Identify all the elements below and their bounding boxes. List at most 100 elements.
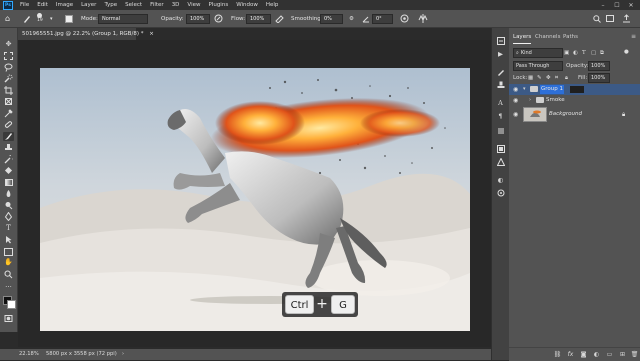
angle-field[interactable]: 0° xyxy=(372,10,393,27)
layer-filter-kind-select[interactable]: ⌕ Kind xyxy=(513,48,563,58)
link-icon[interactable]: ⛓ xyxy=(553,350,562,359)
share-icon[interactable] xyxy=(622,10,631,27)
maximize-button[interactable]: ☐ xyxy=(610,0,624,10)
document-tab-close-icon[interactable]: × xyxy=(149,31,154,37)
marquee-tool-icon[interactable] xyxy=(3,51,14,60)
shapes-panel-icon[interactable] xyxy=(496,189,505,197)
panel-menu-icon[interactable]: ≡ xyxy=(631,31,636,43)
adjustment-icon[interactable]: ◐ xyxy=(592,350,601,359)
clone-source-panel-icon[interactable] xyxy=(496,81,505,89)
eyedropper-tool-icon[interactable] xyxy=(3,109,14,118)
filter-shape-icon[interactable]: ▢ xyxy=(591,48,596,58)
flow-field[interactable]: 100% xyxy=(246,10,271,27)
mode-select[interactable]: Normal xyxy=(98,10,148,27)
layer-row-background[interactable]: ◉ Background 🔒︎ xyxy=(509,106,640,122)
color-panel-icon[interactable] xyxy=(496,158,505,166)
crop-tool-icon[interactable] xyxy=(3,86,14,95)
workspace-icon[interactable] xyxy=(606,10,614,27)
type-tool-icon[interactable]: T xyxy=(3,224,14,233)
fx-icon[interactable]: fx xyxy=(566,350,575,359)
menu-help[interactable]: Help xyxy=(262,2,283,8)
menu-image[interactable]: Image xyxy=(52,2,77,8)
rectangle-tool-icon[interactable] xyxy=(3,247,14,256)
filter-pixel-icon[interactable]: ▣ xyxy=(564,48,569,58)
status-chevron-icon[interactable]: › xyxy=(122,349,124,360)
mask-icon[interactable]: ◙ xyxy=(579,350,588,359)
layer-name-editing[interactable]: Group 1 xyxy=(540,85,564,94)
lock-all-icon[interactable]: 🔒︎ xyxy=(565,73,568,83)
folder-icon[interactable]: ▭ xyxy=(605,350,614,359)
hand-tool-icon[interactable]: ✋ xyxy=(3,258,14,267)
path-selection-tool-icon[interactable] xyxy=(3,235,14,244)
history-panel-icon[interactable] xyxy=(496,37,505,45)
brush-tool-icon[interactable] xyxy=(3,132,14,141)
pressure-size-icon[interactable] xyxy=(400,10,409,27)
quick-mask-icon[interactable] xyxy=(3,314,14,323)
minimize-button[interactable]: – xyxy=(596,0,610,10)
menu-file[interactable]: File xyxy=(16,2,33,8)
brush-tool-preset-icon[interactable] xyxy=(22,10,32,27)
filter-adjustment-icon[interactable]: ◐ xyxy=(573,48,578,58)
filter-toggle-icon[interactable]: ● xyxy=(624,47,629,57)
adjustments-panel-icon[interactable] xyxy=(496,127,505,135)
swatches-panel-icon[interactable] xyxy=(496,145,505,153)
filter-smart-object-icon[interactable]: ⧉ xyxy=(600,48,604,58)
search-icon[interactable] xyxy=(593,10,601,27)
history-brush-tool-icon[interactable] xyxy=(3,155,14,164)
paragraph-panel-icon[interactable]: ¶ xyxy=(496,112,505,120)
symmetry-icon[interactable] xyxy=(418,10,428,27)
clone-stamp-tool-icon[interactable] xyxy=(3,143,14,152)
fill-field[interactable]: 100% xyxy=(588,73,610,83)
brushes-panel-icon[interactable] xyxy=(496,68,505,76)
menu-select[interactable]: Select xyxy=(121,2,146,8)
filter-type-icon[interactable]: T xyxy=(582,48,586,58)
zoom-tool-icon[interactable] xyxy=(3,270,14,279)
menu-edit[interactable]: Edit xyxy=(33,2,52,8)
menu-layer[interactable]: Layer xyxy=(77,2,100,8)
airbrush-icon[interactable] xyxy=(275,10,285,27)
layer-opacity-field[interactable]: 100% xyxy=(588,61,610,71)
lock-artboard-icon[interactable]: ⌗ xyxy=(555,73,558,83)
expand-chevron-icon[interactable]: ▾ xyxy=(523,84,526,95)
collapse-chevron-icon[interactable]: › xyxy=(529,95,531,106)
lock-transparent-icon[interactable]: ▦ xyxy=(528,73,533,83)
layer-row-smoke[interactable]: ◉ › Smoke xyxy=(509,95,640,106)
background-color-swatch[interactable] xyxy=(7,300,16,309)
move-tool-icon[interactable]: ✥ xyxy=(3,40,14,49)
gradient-tool-icon[interactable] xyxy=(3,178,14,187)
document-tab[interactable]: 501965551.jpg @ 22.2% (Group 1, RGB/8) *… xyxy=(18,28,154,40)
layer-name-input-box[interactable] xyxy=(570,86,584,93)
pen-tool-icon[interactable] xyxy=(3,212,14,221)
tab-paths[interactable]: Paths xyxy=(563,31,578,43)
brush-settings-icon[interactable] xyxy=(65,10,73,27)
lock-position-icon[interactable]: ✥ xyxy=(546,73,551,83)
tab-channels[interactable]: Channels xyxy=(535,31,560,43)
properties-panel-icon[interactable]: ▶ xyxy=(496,50,505,58)
menu-filter[interactable]: Filter xyxy=(146,2,168,8)
new-layer-icon[interactable]: ⊞ xyxy=(618,350,627,359)
visibility-eye-icon[interactable]: ◉ xyxy=(513,84,518,95)
menu-view[interactable]: View xyxy=(183,2,204,8)
blur-tool-icon[interactable] xyxy=(3,189,14,198)
brush-dropdown-chevron-icon[interactable]: ▾ xyxy=(50,10,53,27)
lasso-tool-icon[interactable] xyxy=(3,63,14,72)
frame-tool-icon[interactable] xyxy=(3,97,14,106)
opacity-field[interactable]: 100% xyxy=(186,10,210,27)
healing-brush-tool-icon[interactable] xyxy=(3,120,14,129)
brush-size-picker[interactable]: 19 xyxy=(37,10,43,27)
trash-icon[interactable]: 🗑︎ xyxy=(630,350,639,359)
blend-mode-select[interactable]: Pass Through xyxy=(513,61,563,71)
menu-type[interactable]: Type xyxy=(100,2,121,8)
image-canvas[interactable] xyxy=(40,68,470,331)
menu-window[interactable]: Window xyxy=(232,2,262,8)
dodge-tool-icon[interactable] xyxy=(3,201,14,210)
menu-plugins[interactable]: Plugins xyxy=(204,2,232,8)
pressure-opacity-icon[interactable] xyxy=(214,10,223,27)
zoom-level[interactable]: 22.18% xyxy=(19,349,39,360)
quick-selection-tool-icon[interactable] xyxy=(3,74,14,83)
smoothing-field[interactable]: 0% xyxy=(320,10,343,27)
smoothing-gear-icon[interactable]: ⚙ xyxy=(349,10,354,27)
tab-layers[interactable]: Layers xyxy=(513,31,532,44)
visibility-eye-icon[interactable]: ◉ xyxy=(513,109,518,120)
visibility-eye-icon[interactable]: ◉ xyxy=(513,95,518,106)
